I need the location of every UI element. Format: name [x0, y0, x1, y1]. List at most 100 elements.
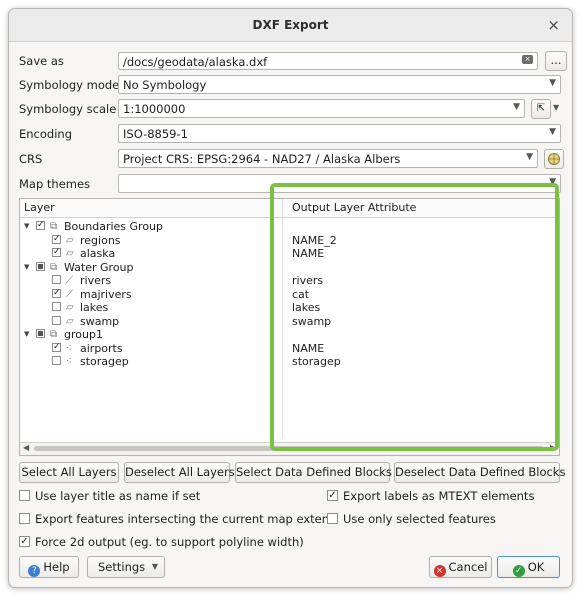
- horizontal-scrollbar[interactable]: ◀ ▶: [20, 442, 559, 455]
- layer-checkbox[interactable]: ✓: [52, 288, 61, 298]
- expand-icon[interactable]: ▼: [24, 220, 29, 233]
- layer-tree[interactable]: Layer Output Layer Attribute ▼ ✓ ⧉ Boundari…: [19, 198, 560, 456]
- ok-label: OK: [527, 560, 545, 574]
- line-layer-icon: ⟋: [66, 275, 73, 286]
- polygon-layer-icon: ▱: [66, 248, 74, 259]
- close-icon[interactable]: ×: [547, 16, 560, 34]
- expand-icon[interactable]: ▼: [24, 261, 29, 274]
- output-attribute-cell[interactable]: NAME_2: [292, 234, 337, 247]
- group-icon: ⧉: [50, 329, 58, 340]
- map-themes-select[interactable]: ▼: [118, 174, 561, 193]
- crs-select[interactable]: Project CRS: EPSG:2964 - NAD27 / Alaska …: [118, 149, 538, 168]
- layer-name: majrivers: [80, 287, 132, 301]
- scroll-thumb[interactable]: [34, 446, 544, 451]
- output-attribute-cell[interactable]: swamp: [292, 315, 331, 328]
- chevron-down-icon: ▼: [513, 102, 520, 112]
- help-button[interactable]: ? Help: [19, 556, 79, 578]
- symbology-scale-value: 1:1000000: [123, 102, 186, 116]
- settings-button[interactable]: Settings ▼: [87, 556, 165, 578]
- save-as-row: Save as /docs/geodata/alaska.dxf × ...: [19, 51, 567, 71]
- globe-icon: [548, 153, 560, 165]
- output-attribute-cell[interactable]: NAME: [292, 247, 324, 260]
- tree-row[interactable]: ⟋ rivers: [20, 274, 282, 287]
- save-as-label: Save as: [19, 54, 64, 68]
- tree-row[interactable]: ▼ ✓ ⧉ Boundaries Group: [20, 220, 282, 233]
- layer-name: storagep: [80, 355, 129, 368]
- tree-row[interactable]: ✓ ⁖ airports: [20, 342, 282, 355]
- layer-name: swamp: [80, 314, 120, 328]
- dialog-title: DXF Export: [252, 18, 329, 32]
- symbology-scale-select[interactable]: 1:1000000 ▼: [118, 99, 525, 118]
- tree-row[interactable]: ▱ lakes: [20, 301, 282, 314]
- force-2d-checkbox[interactable]: ✓: [19, 536, 30, 547]
- map-scale-icon[interactable]: ⇱: [531, 99, 551, 119]
- clear-icon[interactable]: ×: [522, 55, 533, 64]
- help-label: Help: [43, 560, 70, 574]
- intersect-checkbox[interactable]: [19, 513, 30, 524]
- tree-row[interactable]: ✓ ▱ regions: [20, 234, 282, 247]
- layer-name: alaska: [80, 247, 116, 260]
- layer-name: regions: [80, 233, 121, 247]
- layer-checkbox[interactable]: ✓: [52, 342, 61, 352]
- mtext-checkbox[interactable]: ✓: [327, 490, 338, 501]
- tree-row[interactable]: ▼ ⧉ group1: [20, 328, 282, 341]
- symbology-mode-select[interactable]: No Symbology ▼: [118, 75, 561, 94]
- tree-row[interactable]: ✓ ▱ alaska: [20, 247, 282, 260]
- layer-name: lakes: [80, 301, 109, 314]
- symbology-mode-value: No Symbology: [123, 78, 207, 92]
- tree-row[interactable]: ▼ ⧉ Water Group: [20, 261, 282, 274]
- encoding-row: Encoding ISO-8859-1 ▼: [19, 124, 564, 144]
- tree-row[interactable]: ⁖ storagep: [20, 355, 282, 368]
- tree-row[interactable]: ▱ swamp: [20, 315, 282, 328]
- layer-checkbox[interactable]: [52, 356, 61, 365]
- output-attribute-cell[interactable]: lakes: [292, 301, 320, 314]
- save-as-input[interactable]: /docs/geodata/alaska.dxf ×: [118, 52, 538, 70]
- scroll-right-icon[interactable]: ▶: [550, 443, 556, 452]
- title-bar: DXF Export ×: [9, 9, 572, 42]
- line-layer-icon: ⟋: [66, 288, 73, 300]
- symbology-scale-label: Symbology scale: [19, 102, 117, 116]
- expand-icon[interactable]: ▼: [24, 328, 29, 341]
- selected-only-checkbox[interactable]: [327, 513, 338, 524]
- layer-checkbox[interactable]: ✓: [36, 221, 45, 230]
- layer-name: Water Group: [64, 260, 134, 274]
- layer-checkbox[interactable]: [52, 275, 61, 284]
- browse-button[interactable]: ...: [545, 51, 567, 71]
- layer-checkbox[interactable]: ✓: [52, 248, 61, 257]
- scroll-left-icon[interactable]: ◀: [23, 443, 29, 452]
- layer-checkbox[interactable]: [52, 302, 61, 311]
- settings-label: Settings: [98, 560, 146, 574]
- output-attribute-cell[interactable]: storagep: [292, 355, 341, 368]
- symbology-scale-row: Symbology scale 1:1000000 ▼ ⇱ ▼: [19, 99, 564, 119]
- ok-button[interactable]: ✓ OK: [497, 556, 560, 578]
- map-themes-row: Map themes ▼: [19, 174, 564, 194]
- crs-label: CRS: [19, 152, 43, 166]
- deselect-all-layers-button[interactable]: Deselect All Layers: [124, 462, 235, 483]
- force-2d-label: Force 2d output (eg. to support polyline…: [35, 535, 304, 549]
- header-output-attribute[interactable]: Output Layer Attribute: [292, 201, 416, 214]
- encoding-select[interactable]: ISO-8859-1 ▼: [118, 124, 561, 143]
- output-attribute-cell[interactable]: cat: [292, 288, 309, 301]
- select-data-defined-blocks-button[interactable]: Select Data Defined Blocks: [235, 462, 392, 483]
- layer-name: airports: [80, 341, 123, 355]
- header-layer[interactable]: Layer: [24, 201, 55, 214]
- cancel-button[interactable]: × Cancel: [429, 556, 492, 578]
- help-icon: ?: [28, 565, 41, 577]
- layer-title-checkbox[interactable]: [19, 490, 30, 501]
- crs-selector-icon[interactable]: [544, 149, 564, 169]
- group-icon: ⧉: [50, 221, 58, 232]
- output-attribute-cell[interactable]: rivers: [292, 274, 323, 287]
- layer-checkbox[interactable]: [52, 315, 61, 325]
- layer-checkbox[interactable]: [36, 329, 45, 338]
- ok-icon: ✓: [512, 565, 525, 577]
- tree-row[interactable]: ✓ ⟋ majrivers: [20, 288, 282, 301]
- symbology-mode-label: Symbology mode: [19, 78, 120, 92]
- output-attribute-cell[interactable]: NAME: [292, 342, 324, 355]
- layer-checkbox[interactable]: [36, 261, 45, 271]
- select-all-layers-button[interactable]: Select All Layers: [19, 462, 119, 483]
- chevron-down-icon[interactable]: ▼: [553, 103, 559, 112]
- deselect-data-defined-blocks-button[interactable]: Deselect Data Defined Blocks: [394, 462, 565, 483]
- layer-checkbox[interactable]: ✓: [52, 234, 61, 244]
- layer-name: group1: [64, 328, 103, 341]
- cancel-label: Cancel: [448, 560, 488, 574]
